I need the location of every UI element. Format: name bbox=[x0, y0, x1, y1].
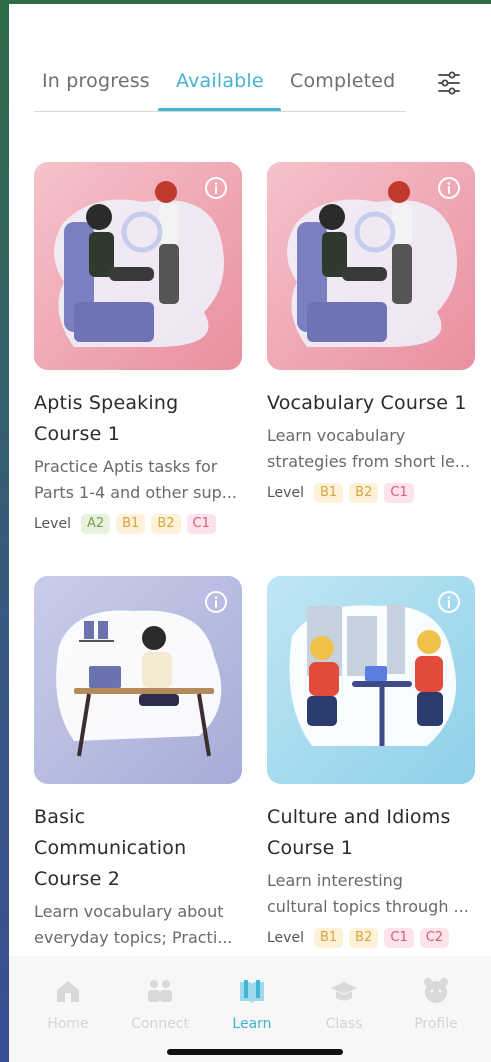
level-badges: Level B1 B2 C1 bbox=[267, 483, 475, 503]
course-card-vocabulary[interactable]: Vocabulary Course 1 Learn vocabulary str… bbox=[267, 162, 475, 503]
course-title-line: Basic bbox=[34, 806, 86, 828]
level-badge: C2 bbox=[419, 928, 450, 948]
level-label: Level bbox=[34, 516, 71, 532]
level-badge: B1 bbox=[313, 928, 344, 948]
sliders-icon[interactable] bbox=[436, 70, 462, 96]
info-icon[interactable] bbox=[204, 590, 228, 614]
people-icon bbox=[148, 980, 172, 1002]
course-title-line: Course 1 bbox=[34, 423, 121, 445]
tab-available[interactable]: Available bbox=[176, 70, 264, 92]
level-label: Level bbox=[267, 930, 304, 946]
course-title-line: Communication bbox=[34, 837, 187, 859]
profile-face-icon bbox=[424, 978, 448, 1003]
book-icon bbox=[240, 980, 264, 1003]
level-badges: Level A2 B1 B2 C1 bbox=[34, 514, 242, 534]
course-card-aptis-speaking[interactable]: Aptis Speaking Course 1 Practice Aptis t… bbox=[34, 162, 242, 534]
nav-profile[interactable]: Profile bbox=[391, 976, 481, 1032]
level-badge: B1 bbox=[313, 483, 344, 503]
app-screen: In progress Available Completed Aptis Sp… bbox=[9, 4, 491, 1062]
level-label: Level bbox=[267, 485, 304, 501]
course-description: Learn vocabulary about everyday topics; … bbox=[34, 899, 242, 951]
info-icon[interactable] bbox=[437, 590, 461, 614]
course-description-line: Learn vocabulary about bbox=[34, 902, 224, 921]
course-description-line: strategies from short le... bbox=[267, 452, 471, 471]
course-illustration bbox=[34, 576, 242, 784]
nav-learn[interactable]: Learn bbox=[207, 976, 297, 1032]
course-illustration bbox=[267, 576, 475, 784]
course-title-line: Vocabulary Course 1 bbox=[267, 392, 467, 414]
course-tabs: In progress Available Completed bbox=[9, 64, 491, 116]
bottom-navigation: Home Connect Learn Class Profile bbox=[9, 956, 491, 1062]
level-badge: B2 bbox=[151, 514, 181, 534]
level-badge: B2 bbox=[349, 483, 379, 503]
course-description-line: Learn interesting bbox=[267, 871, 403, 890]
course-title-line: Aptis Speaking bbox=[34, 392, 179, 414]
course-title-line: Course 2 bbox=[34, 868, 121, 890]
level-badge: A2 bbox=[80, 514, 111, 534]
course-illustration bbox=[34, 162, 242, 370]
nav-label: Connect bbox=[131, 1016, 189, 1032]
course-title: Vocabulary Course 1 bbox=[267, 388, 475, 419]
nav-label: Home bbox=[47, 1016, 89, 1032]
course-title: Aptis Speaking Course 1 bbox=[34, 388, 242, 450]
course-description-line: Parts 1-4 and other sup... bbox=[34, 483, 238, 502]
nav-home[interactable]: Home bbox=[23, 976, 113, 1032]
course-description-line: cultural topics through ... bbox=[267, 897, 469, 916]
level-badge: C1 bbox=[384, 928, 414, 948]
info-icon[interactable] bbox=[437, 176, 461, 200]
course-description-line: Learn vocabulary bbox=[267, 426, 406, 445]
course-description: Practice Aptis tasks for Parts 1-4 and o… bbox=[34, 454, 242, 506]
nav-label: Profile bbox=[414, 1016, 458, 1032]
level-badges: Level B1 B2 C1 C2 bbox=[267, 928, 475, 948]
course-description: Learn vocabulary strategies from short l… bbox=[267, 423, 475, 475]
level-badge: C1 bbox=[384, 483, 414, 503]
course-card-basic-communication[interactable]: Basic Communication Course 2 Learn vocab… bbox=[34, 576, 242, 951]
info-icon[interactable] bbox=[204, 176, 228, 200]
course-description-line: everyday topics; Practi... bbox=[34, 928, 233, 947]
course-illustration bbox=[267, 162, 475, 370]
course-card-culture-idioms[interactable]: Culture and Idioms Course 1 Learn intere… bbox=[267, 576, 475, 948]
nav-connect[interactable]: Connect bbox=[115, 976, 205, 1032]
course-title-line: Culture and Idioms bbox=[267, 806, 451, 828]
nav-class[interactable]: Class bbox=[299, 976, 389, 1032]
course-title: Culture and Idioms Course 1 bbox=[267, 802, 475, 864]
course-title-line: Course 1 bbox=[267, 837, 354, 859]
tab-completed[interactable]: Completed bbox=[290, 70, 395, 92]
tabs-divider bbox=[34, 111, 406, 112]
level-badge: B1 bbox=[116, 514, 146, 534]
tab-in-progress[interactable]: In progress bbox=[42, 70, 150, 92]
home-icon bbox=[57, 981, 79, 1002]
course-description: Learn interesting cultural topics throug… bbox=[267, 868, 475, 920]
home-indicator[interactable] bbox=[167, 1049, 343, 1055]
level-badge: C1 bbox=[186, 514, 216, 534]
level-badge: B2 bbox=[349, 928, 379, 948]
nav-label: Learn bbox=[232, 1016, 272, 1032]
course-title: Basic Communication Course 2 bbox=[34, 802, 242, 895]
nav-label: Class bbox=[325, 1016, 363, 1032]
graduation-cap-icon bbox=[331, 982, 357, 1001]
course-description-line: Practice Aptis tasks for bbox=[34, 457, 218, 476]
